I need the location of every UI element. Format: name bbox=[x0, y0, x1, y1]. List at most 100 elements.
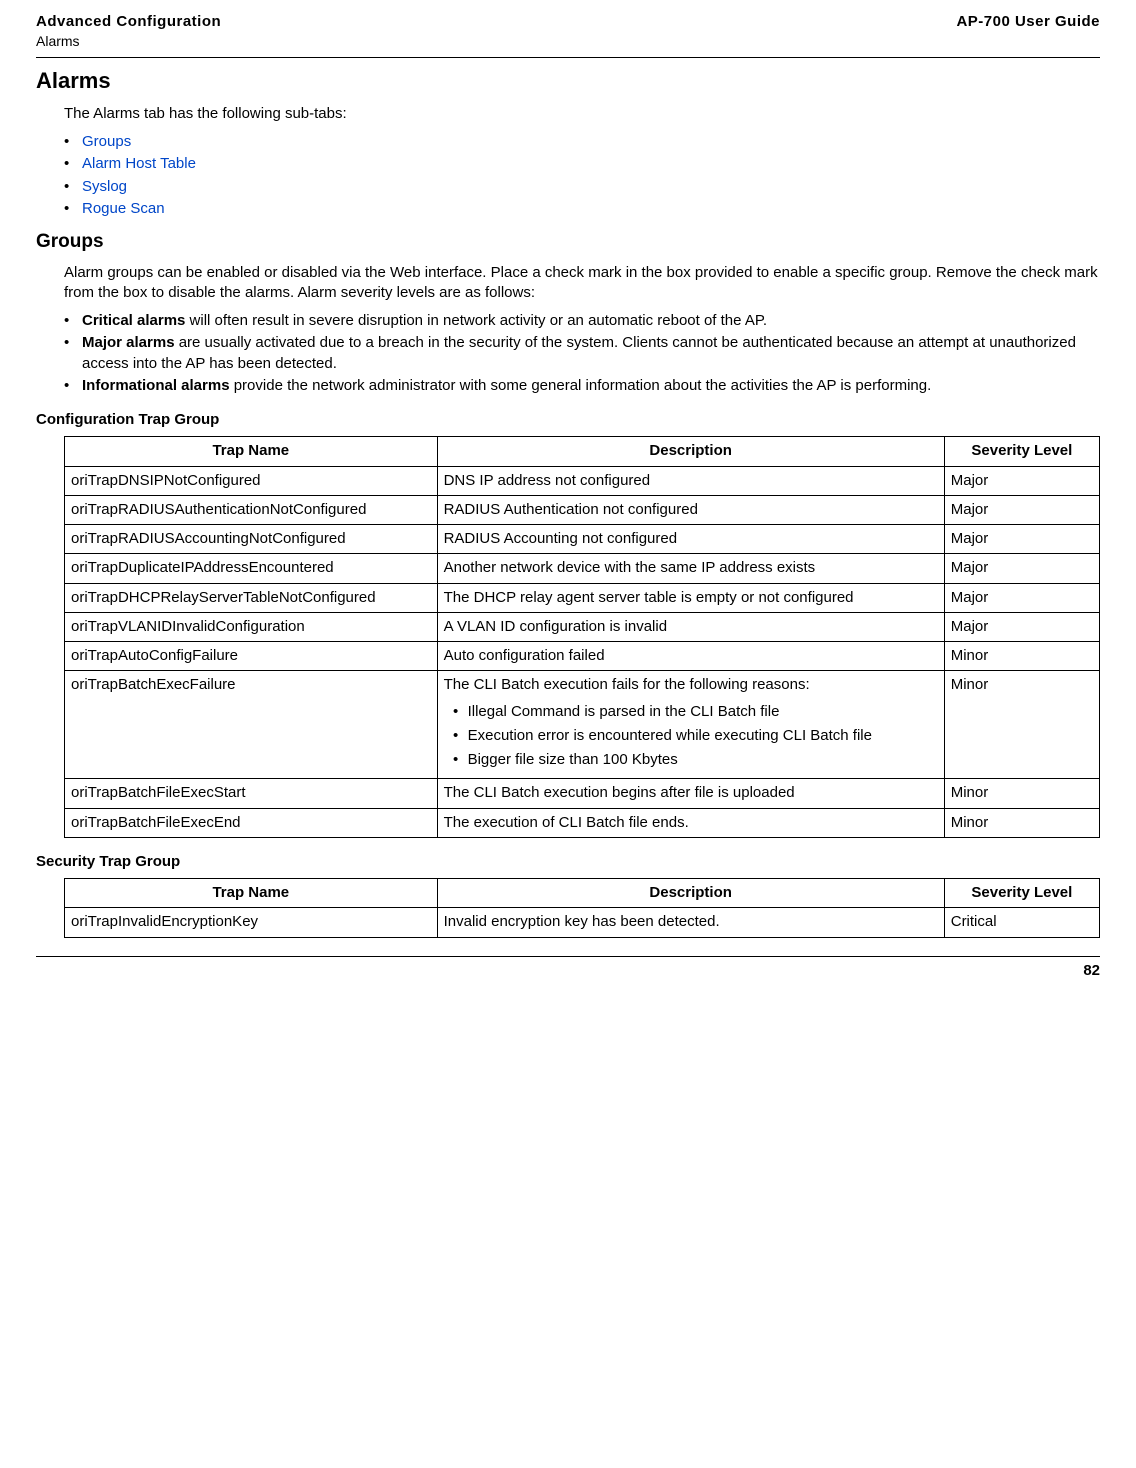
subitem-text: Illegal Command is parsed in the CLI Bat… bbox=[468, 702, 780, 722]
bullet-icon: • bbox=[64, 333, 82, 353]
cell-desc: Another network device with the same IP … bbox=[437, 554, 944, 583]
bullet-icon: • bbox=[444, 750, 468, 770]
cell-name: oriTrapDHCPRelayServerTableNotConfigured bbox=[65, 583, 438, 612]
page-header: Advanced Configuration Alarms AP-700 Use… bbox=[36, 12, 1100, 55]
cell-desc-lead: The CLI Batch execution fails for the fo… bbox=[444, 676, 810, 693]
bullet-icon: • bbox=[64, 177, 82, 197]
cell-desc: Auto configuration failed bbox=[437, 642, 944, 671]
table-row: oriTrapAutoConfigFailure Auto configurat… bbox=[65, 642, 1100, 671]
cell-desc: The CLI Batch execution begins after fil… bbox=[437, 779, 944, 808]
table-row: oriTrapVLANIDInvalidConfiguration A VLAN… bbox=[65, 612, 1100, 641]
bullet-icon: • bbox=[64, 376, 82, 396]
cell-sev: Minor bbox=[944, 671, 1099, 779]
col-header-sev: Severity Level bbox=[944, 437, 1099, 466]
list-item: •Groups bbox=[64, 132, 1100, 152]
list-item: •Illegal Command is parsed in the CLI Ba… bbox=[444, 702, 938, 722]
cell-sev: Major bbox=[944, 554, 1099, 583]
bullet-icon: • bbox=[444, 726, 468, 746]
cell-desc: DNS IP address not configured bbox=[437, 466, 944, 495]
table-row: oriTrapDHCPRelayServerTableNotConfigured… bbox=[65, 583, 1100, 612]
severity-text: Major alarms are usually activated due t… bbox=[82, 333, 1100, 374]
link-groups[interactable]: Groups bbox=[82, 132, 131, 152]
cell-sev: Minor bbox=[944, 808, 1099, 837]
header-left: Advanced Configuration Alarms bbox=[36, 12, 221, 51]
cell-name: oriTrapDNSIPNotConfigured bbox=[65, 466, 438, 495]
table-row: oriTrapDuplicateIPAddressEncountered Ano… bbox=[65, 554, 1100, 583]
intro-text: The Alarms tab has the following sub-tab… bbox=[64, 104, 1100, 124]
table-row: oriTrapRADIUSAccountingNotConfigured RAD… bbox=[65, 525, 1100, 554]
page-title: Alarms bbox=[36, 66, 1100, 96]
config-trap-table-wrap: Trap Name Description Severity Level ori… bbox=[64, 436, 1100, 838]
cell-name: oriTrapDuplicateIPAddressEncountered bbox=[65, 554, 438, 583]
link-syslog[interactable]: Syslog bbox=[82, 177, 127, 197]
cell-sev: Major bbox=[944, 466, 1099, 495]
list-item: •Execution error is encountered while ex… bbox=[444, 726, 938, 746]
subitem-text: Execution error is encountered while exe… bbox=[468, 726, 872, 746]
cell-desc: The CLI Batch execution fails for the fo… bbox=[437, 671, 944, 779]
col-header-sev: Severity Level bbox=[944, 879, 1099, 908]
cell-name: oriTrapBatchFileExecEnd bbox=[65, 808, 438, 837]
col-header-desc: Description bbox=[437, 437, 944, 466]
list-item: •Syslog bbox=[64, 177, 1100, 197]
groups-block: Alarm groups can be enabled or disabled … bbox=[64, 263, 1100, 397]
list-item: •Bigger file size than 100 Kbytes bbox=[444, 750, 938, 770]
col-header-name: Trap Name bbox=[65, 879, 438, 908]
list-item: •Informational alarms provide the networ… bbox=[64, 376, 1100, 396]
cell-name: oriTrapInvalidEncryptionKey bbox=[65, 908, 438, 937]
table-row: oriTrapDNSIPNotConfigured DNS IP address… bbox=[65, 466, 1100, 495]
list-item: •Alarm Host Table bbox=[64, 154, 1100, 174]
cell-desc: RADIUS Authentication not configured bbox=[437, 495, 944, 524]
table-row: oriTrapBatchFileExecEnd The execution of… bbox=[65, 808, 1100, 837]
table-row: oriTrapRADIUSAuthenticationNotConfigured… bbox=[65, 495, 1100, 524]
header-guide-title: AP-700 User Guide bbox=[956, 12, 1100, 32]
security-trap-group-heading: Security Trap Group bbox=[36, 852, 1100, 872]
groups-heading: Groups bbox=[36, 229, 1100, 255]
table-row: oriTrapInvalidEncryptionKey Invalid encr… bbox=[65, 908, 1100, 937]
list-item: •Rogue Scan bbox=[64, 199, 1100, 219]
groups-paragraph: Alarm groups can be enabled or disabled … bbox=[64, 263, 1100, 304]
cell-name: oriTrapRADIUSAuthenticationNotConfigured bbox=[65, 495, 438, 524]
cell-sev: Major bbox=[944, 583, 1099, 612]
cell-name: oriTrapBatchExecFailure bbox=[65, 671, 438, 779]
bullet-icon: • bbox=[64, 132, 82, 152]
cell-desc: The DHCP relay agent server table is emp… bbox=[437, 583, 944, 612]
security-trap-table: Trap Name Description Severity Level ori… bbox=[64, 878, 1100, 938]
severity-text: Critical alarms will often result in sev… bbox=[82, 311, 767, 331]
cell-name: oriTrapAutoConfigFailure bbox=[65, 642, 438, 671]
table-row: oriTrapBatchFileExecStart The CLI Batch … bbox=[65, 779, 1100, 808]
cell-name: oriTrapRADIUSAccountingNotConfigured bbox=[65, 525, 438, 554]
header-subsection: Alarms bbox=[36, 32, 221, 51]
cell-desc: RADIUS Accounting not configured bbox=[437, 525, 944, 554]
intro-block: The Alarms tab has the following sub-tab… bbox=[64, 104, 1100, 219]
cell-desc: The execution of CLI Batch file ends. bbox=[437, 808, 944, 837]
header-section-title: Advanced Configuration bbox=[36, 12, 221, 32]
config-trap-table: Trap Name Description Severity Level ori… bbox=[64, 436, 1100, 838]
link-rogue-scan[interactable]: Rogue Scan bbox=[82, 199, 165, 219]
link-alarm-host-table[interactable]: Alarm Host Table bbox=[82, 154, 196, 174]
cell-desc-sublist: •Illegal Command is parsed in the CLI Ba… bbox=[444, 702, 938, 771]
subtab-link-list: •Groups •Alarm Host Table •Syslog •Rogue… bbox=[64, 132, 1100, 219]
list-item: •Critical alarms will often result in se… bbox=[64, 311, 1100, 331]
table-header-row: Trap Name Description Severity Level bbox=[65, 879, 1100, 908]
header-divider bbox=[36, 57, 1100, 58]
cell-desc: Invalid encryption key has been detected… bbox=[437, 908, 944, 937]
bullet-icon: • bbox=[64, 199, 82, 219]
cell-name: oriTrapBatchFileExecStart bbox=[65, 779, 438, 808]
cell-sev: Major bbox=[944, 495, 1099, 524]
cell-sev: Critical bbox=[944, 908, 1099, 937]
list-item: •Major alarms are usually activated due … bbox=[64, 333, 1100, 374]
cell-name: oriTrapVLANIDInvalidConfiguration bbox=[65, 612, 438, 641]
table-header-row: Trap Name Description Severity Level bbox=[65, 437, 1100, 466]
cell-sev: Minor bbox=[944, 642, 1099, 671]
bullet-icon: • bbox=[64, 311, 82, 331]
bullet-icon: • bbox=[64, 154, 82, 174]
severity-list: •Critical alarms will often result in se… bbox=[64, 311, 1100, 396]
cell-sev: Major bbox=[944, 612, 1099, 641]
bullet-icon: • bbox=[444, 702, 468, 722]
col-header-desc: Description bbox=[437, 879, 944, 908]
cell-desc: A VLAN ID configuration is invalid bbox=[437, 612, 944, 641]
config-trap-group-heading: Configuration Trap Group bbox=[36, 410, 1100, 430]
security-trap-table-wrap: Trap Name Description Severity Level ori… bbox=[64, 878, 1100, 938]
subitem-text: Bigger file size than 100 Kbytes bbox=[468, 750, 678, 770]
cell-sev: Major bbox=[944, 525, 1099, 554]
